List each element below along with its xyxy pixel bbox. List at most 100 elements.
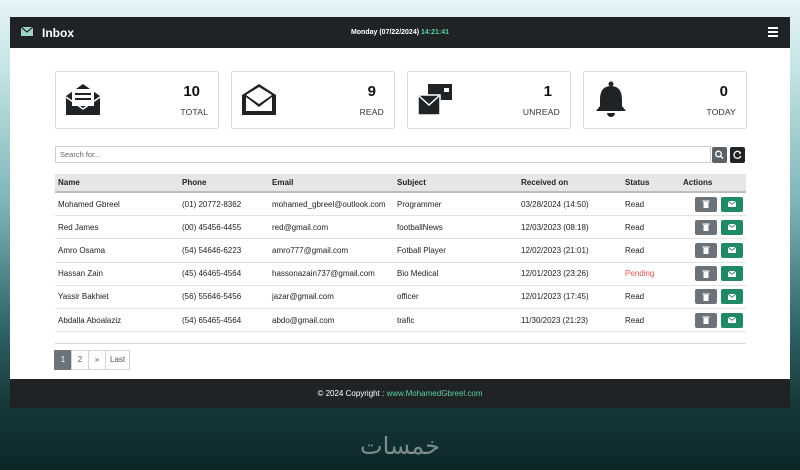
- read-count: 9: [367, 83, 376, 100]
- footer: © 2024 Copyright : www.MohamedGbreel.com: [10, 379, 790, 408]
- page-2-button[interactable]: 2: [71, 350, 89, 370]
- stat-card-total: 10 TOTAL: [55, 71, 219, 129]
- envelope-icon: [728, 293, 736, 300]
- status-badge: Read: [622, 238, 680, 263]
- cell-name: Abdalla Aboalaziz: [55, 308, 179, 333]
- cell-received: 12/01/2023 (23:26): [518, 262, 622, 286]
- cell-email: hassonazain737@gmail.com: [269, 262, 394, 286]
- envelope-open-letter-icon: [65, 84, 101, 115]
- current-date: Monday (07/22/2024): [350, 29, 420, 36]
- column-header-actions: Actions: [680, 174, 746, 193]
- current-time: 14:21:41: [421, 29, 450, 36]
- trash-icon: [702, 200, 710, 209]
- status-badge: Read: [622, 285, 680, 309]
- cell-email: red@gmail.com: [269, 215, 394, 240]
- cell-phone: (45) 46465-4564: [179, 262, 269, 286]
- table-row[interactable]: Mohamed Gbreel (01) 20772-8362 mohamed_g…: [55, 192, 746, 217]
- table-row[interactable]: Abdalla Aboalaziz (54) 65465-4564 abdo@g…: [55, 308, 746, 333]
- table-row[interactable]: Amro Osama (54) 54646-6223 amro777@gmail…: [55, 238, 746, 263]
- delete-button[interactable]: [695, 196, 717, 212]
- reply-mail-button[interactable]: [721, 196, 743, 212]
- watermark-logo: خمسات: [359, 432, 441, 460]
- envelope-icon: [728, 270, 736, 277]
- cell-email: amro777@gmail.com: [269, 238, 394, 263]
- status-badge: Read: [622, 215, 680, 240]
- envelope-icon: [728, 317, 736, 324]
- column-header-subject[interactable]: Subject: [394, 174, 518, 193]
- delete-button[interactable]: [695, 266, 717, 282]
- reply-mail-button[interactable]: [721, 289, 743, 305]
- pagination: 1 2 » Last: [54, 350, 131, 370]
- row-actions: [680, 215, 746, 240]
- footer-link[interactable]: www.MohamedGbreel.com: [387, 389, 483, 398]
- top-navbar: Inbox Monday (07/22/2024) 14:21:41: [10, 17, 790, 48]
- envelope-open-icon: [242, 84, 276, 115]
- cell-subject: trafic: [394, 308, 518, 333]
- delete-button[interactable]: [695, 219, 717, 235]
- status-badge: Pending: [622, 262, 680, 286]
- stat-card-today: 0 TODAY: [583, 71, 747, 129]
- cell-phone: (54) 65465-4564: [179, 308, 269, 333]
- pagination-divider: [55, 343, 746, 344]
- delete-button[interactable]: [695, 312, 717, 328]
- search-button[interactable]: [712, 147, 727, 163]
- column-header-received[interactable]: Received on: [518, 174, 622, 193]
- cell-subject: Programmer: [394, 192, 518, 217]
- page-1-button[interactable]: 1: [54, 350, 72, 370]
- next-page-button[interactable]: »: [88, 350, 106, 370]
- cell-subject: footballNews: [394, 215, 518, 240]
- last-page-button[interactable]: Last: [105, 350, 131, 370]
- delete-button[interactable]: [695, 289, 717, 305]
- cell-email: abdo@gmail.com: [269, 308, 394, 333]
- envelope-icon: [728, 224, 736, 231]
- cell-subject: Fotball Player: [394, 238, 518, 263]
- trash-icon: [702, 223, 710, 232]
- table-row[interactable]: Hassan Zain (45) 46465-4564 hassonazain7…: [55, 262, 746, 286]
- bell-icon: [596, 81, 626, 117]
- column-header-name[interactable]: Name: [55, 174, 179, 193]
- table-header-row: Name Phone Email Subject Received on Sta…: [55, 174, 746, 193]
- envelope-icon: [728, 247, 736, 254]
- search-input[interactable]: [55, 146, 711, 163]
- unread-label: UNREAD: [522, 107, 560, 117]
- hamburger-menu-icon[interactable]: [768, 27, 778, 37]
- stat-card-unread: 1 UNREAD: [407, 71, 571, 129]
- refresh-icon: [733, 150, 742, 159]
- today-count: 0: [719, 83, 728, 100]
- cell-name: Hassan Zain: [55, 262, 179, 286]
- inbox-app: Inbox Monday (07/22/2024) 14:21:41 10 TO…: [10, 17, 790, 408]
- today-label: TODAY: [706, 107, 736, 117]
- status-badge: Read: [622, 308, 680, 333]
- delete-button[interactable]: [695, 242, 717, 258]
- refresh-button[interactable]: [730, 147, 745, 163]
- row-actions: [680, 238, 746, 263]
- column-header-status[interactable]: Status: [622, 174, 680, 193]
- cell-received: 12/02/2023 (21:01): [518, 238, 622, 263]
- messages-table: Name Phone Email Subject Received on Sta…: [55, 174, 746, 333]
- cell-received: 03/28/2024 (14:50): [518, 192, 622, 217]
- envelopes-bulk-icon: [417, 84, 452, 116]
- cell-phone: (54) 54646-6223: [179, 238, 269, 263]
- cell-subject: Bio Medical: [394, 262, 518, 286]
- trash-icon: [702, 293, 710, 301]
- cell-subject: officer: [394, 285, 518, 309]
- cell-phone: (00) 45456-4455: [179, 215, 269, 240]
- column-header-phone[interactable]: Phone: [179, 174, 269, 193]
- reply-mail-button[interactable]: [721, 219, 743, 235]
- copyright-text: © 2024 Copyright :: [317, 389, 387, 398]
- total-label: TOTAL: [180, 107, 208, 117]
- row-actions: [680, 192, 746, 217]
- reply-mail-button[interactable]: [721, 242, 743, 258]
- cell-name: Yassir Bakhiet: [55, 285, 179, 309]
- table-row[interactable]: Red James (00) 45456-4455 red@gmail.com …: [55, 215, 746, 240]
- envelope-icon: [728, 201, 736, 208]
- trash-icon: [702, 316, 710, 325]
- date-time-display: Monday (07/22/2024) 14:21:41: [10, 29, 790, 36]
- reply-mail-button[interactable]: [721, 266, 743, 282]
- reply-mail-button[interactable]: [721, 312, 743, 328]
- column-header-email[interactable]: Email: [269, 174, 394, 193]
- status-badge: Read: [622, 192, 680, 217]
- table-row[interactable]: Yassir Bakhiet (56) 55646-5456 jazar@gma…: [55, 285, 746, 309]
- unread-count: 1: [543, 83, 552, 100]
- trash-icon: [702, 270, 710, 278]
